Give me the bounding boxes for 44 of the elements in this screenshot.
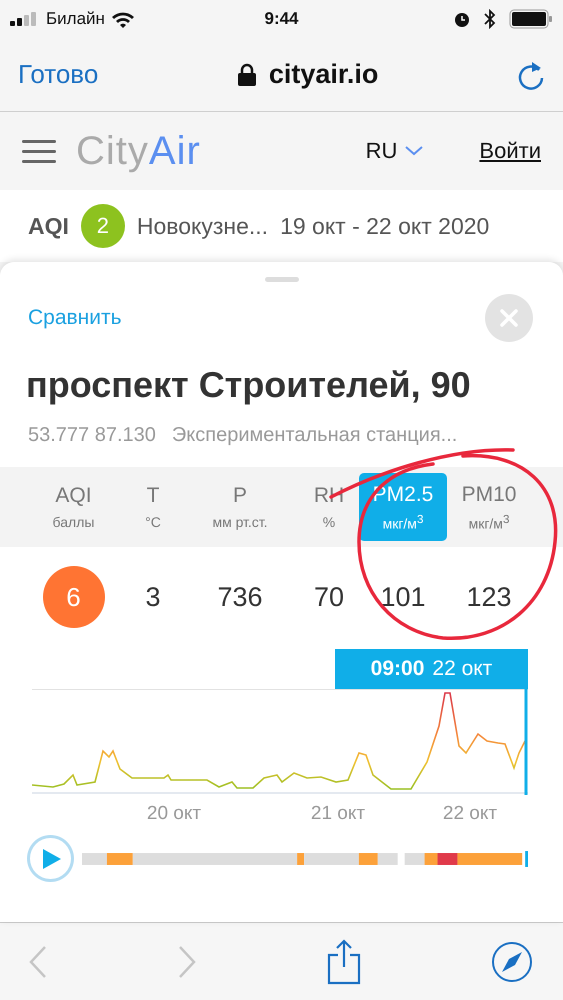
play-button[interactable] — [27, 835, 74, 882]
url-text: cityair.io — [268, 59, 378, 90]
parameter-tab[interactable]: AQI баллы — [22, 473, 125, 541]
parameter-value: 101 — [379, 582, 427, 612]
compare-link[interactable]: Сравнить — [28, 306, 122, 330]
share-button[interactable] — [326, 938, 362, 984]
logo: CityAir — [76, 128, 201, 174]
coordinates: 53.777 87.130 — [28, 424, 156, 447]
compass-button[interactable] — [491, 940, 533, 982]
parameter-value: 123 — [465, 582, 513, 612]
time-tooltip: 09:00 22 окт — [335, 649, 528, 689]
parameter-tab[interactable]: PM10 мкг/м$^{3}$ — [447, 473, 531, 541]
close-button[interactable] — [485, 294, 533, 342]
bluetooth-icon — [483, 9, 497, 29]
carrier-name: Билайн — [46, 9, 105, 29]
parameter-value: 736 — [216, 582, 264, 612]
station-type: Экспериментальная станция... — [172, 424, 458, 447]
parameter-tab[interactable]: P мм рт.ст. — [181, 473, 299, 541]
lock-icon — [236, 62, 257, 86]
aqi-index-badge: 2 — [80, 204, 125, 248]
menu-button[interactable] — [22, 139, 56, 163]
clock-time: 9:44 — [264, 9, 299, 29]
language-selector[interactable]: RU — [366, 138, 424, 164]
aqi-value-badge: 6 — [42, 566, 104, 628]
reload-button[interactable] — [516, 60, 545, 90]
parameter-tab[interactable]: T °C — [125, 473, 181, 541]
parameter-value: 70 — [312, 582, 346, 612]
aqi-label: AQI — [28, 212, 69, 240]
parameter-value: 3 — [144, 582, 162, 612]
axis-label: 22 окт — [442, 803, 498, 825]
axis-label: 20 окт — [146, 803, 202, 825]
alarm-icon — [453, 10, 471, 28]
axis-label: 21 окт — [310, 803, 366, 825]
date-range: 19 окт - 22 окт 2020 — [280, 212, 490, 240]
done-link[interactable]: Готово — [18, 59, 98, 90]
login-link[interactable]: Войти — [479, 138, 541, 164]
city-name: Новокузне... — [136, 212, 268, 240]
drag-handle[interactable] — [264, 277, 298, 282]
wifi-icon — [110, 10, 135, 28]
station-title: проспект Строителей, 90 — [25, 363, 472, 406]
battery-icon — [509, 9, 553, 29]
close-icon — [499, 308, 519, 328]
chevron-down-icon — [405, 146, 424, 156]
play-icon — [43, 848, 62, 868]
